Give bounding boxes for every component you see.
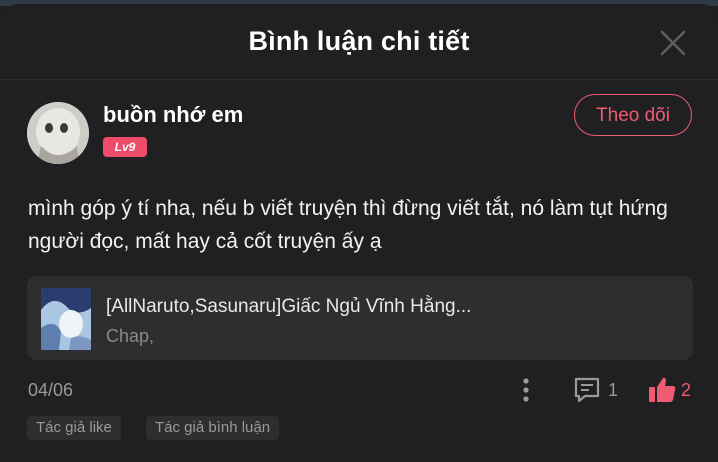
comment-date: 04/06 <box>28 380 74 400</box>
comment-icon <box>574 377 600 403</box>
sheet-header: Bình luận chi tiết <box>0 4 718 80</box>
username[interactable]: buồn nhớ em <box>103 102 243 128</box>
like-count: 2 <box>681 380 692 400</box>
thumbs-up-icon <box>649 377 676 402</box>
story-chapter: Chap, <box>106 326 155 346</box>
story-card[interactable]: [AllNaruto,Sasunaru]Giấc Ngủ Vĩnh Hằng..… <box>27 276 693 360</box>
story-thumbnail <box>41 288 91 350</box>
more-options-icon[interactable] <box>516 376 536 404</box>
story-title: [AllNaruto,Sasunaru]Giấc Ngủ Vĩnh Hằng..… <box>106 296 472 317</box>
close-icon[interactable] <box>656 26 690 60</box>
level-badge: Lv9 <box>103 137 147 157</box>
avatar[interactable] <box>27 102 89 164</box>
reply-count: 1 <box>608 380 619 400</box>
page-title: Bình luận chi tiết <box>248 26 470 56</box>
comment-text: mình góp ý tí nha, nếu b viết truyện thì… <box>28 197 668 253</box>
tag-author-liked: Tác giả like <box>27 416 121 440</box>
tag-author-commented: Tác giả bình luận <box>146 416 280 440</box>
follow-button[interactable]: Theo dõi <box>574 94 692 136</box>
